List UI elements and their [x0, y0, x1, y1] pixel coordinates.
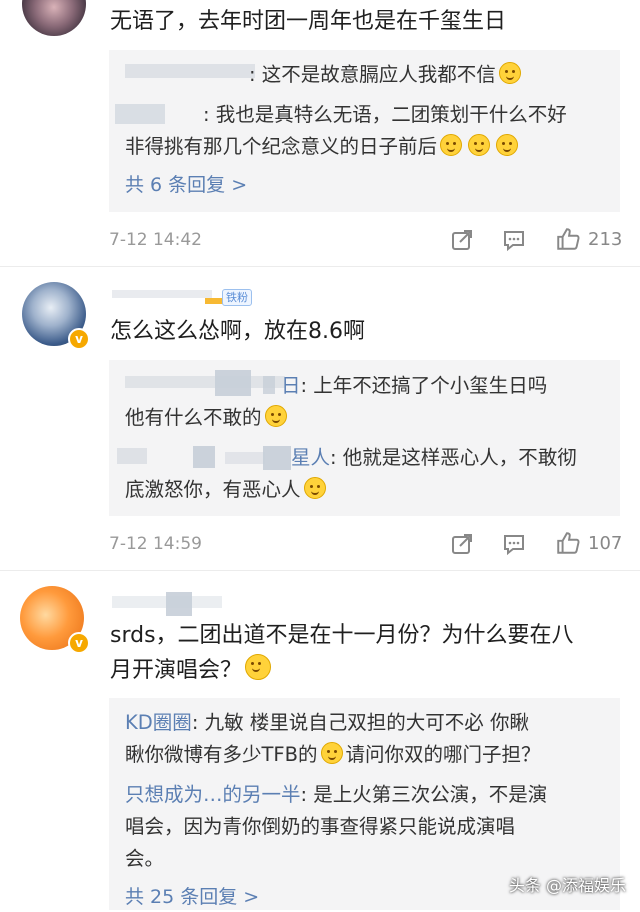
emoji-icon	[498, 62, 521, 84]
reply-line-cont: 唱会，因为青你倒奶的事查得紧只能说成演唱	[125, 815, 516, 838]
reply-line[interactable]: 只想成为…的另一半: 是上火第三次公演，不是演	[125, 780, 547, 810]
emoji-icon	[264, 405, 287, 427]
username-redacted	[112, 290, 212, 298]
like-icon[interactable]	[555, 530, 581, 556]
fan-badge: 铁粉	[222, 289, 252, 306]
comment-icon[interactable]	[502, 532, 526, 556]
reply-line[interactable]: 日: 上年不还搞了个小玺生日吗	[281, 371, 547, 401]
reply-line[interactable]: 星人: 他就是这样恶心人，不敢彻	[291, 443, 577, 473]
username-redacted	[225, 452, 265, 464]
reply-line-cont: 他有什么不敢的	[125, 403, 290, 433]
reply-line[interactable]: : 这不是故意膈应人我都不信	[249, 60, 524, 90]
emoji-icon	[468, 134, 491, 156]
view-replies-link[interactable]: 共 6 条回复 >	[125, 170, 247, 200]
username-redacted	[263, 446, 291, 470]
emoji-icon	[320, 742, 343, 764]
username-redacted	[125, 64, 255, 78]
emoji-icon	[245, 654, 272, 680]
emoji-icon	[303, 477, 326, 499]
like-count: 107	[588, 533, 623, 554]
comment-icon[interactable]	[502, 228, 526, 252]
comment-text: 怎么这么怂啊，放在8.6啊	[110, 319, 365, 344]
reply-box: : 这不是故意膈应人我都不信 : 我也是真特么无语，二团策划干什么不好 非得挑有…	[109, 50, 620, 212]
view-replies-link[interactable]: 共 25 条回复 >	[125, 882, 259, 912]
username-redacted	[193, 446, 215, 468]
username-redacted	[125, 376, 285, 388]
reply-line-cont: 会。	[125, 847, 165, 870]
reply-box: 日: 上年不还搞了个小玺生日吗 他有什么不敢的 星人: 他就是这样恶心人，不敢彻…	[109, 360, 620, 516]
username-redacted	[205, 298, 223, 304]
comment-text: 无语了，去年时团一周年也是在千玺生日	[110, 9, 507, 34]
reply-line-cont: 非得挑有那几个纪念意义的日子前后	[125, 132, 521, 162]
share-icon[interactable]	[450, 532, 474, 556]
reply-line[interactable]: : 我也是真特么无语，二团策划干什么不好	[203, 100, 567, 130]
divider	[0, 570, 640, 571]
username-redacted	[117, 448, 147, 464]
like-icon[interactable]	[555, 226, 581, 252]
username-redacted	[215, 370, 251, 396]
comment-text-cont: 月开演唱会？	[110, 654, 274, 687]
reply-line[interactable]: KD圈圈: 九敏 楼里说自己双担的大可不必 你瞅	[125, 708, 529, 738]
timestamp: 7-12 14:42	[109, 230, 202, 250]
username-redacted	[263, 376, 275, 394]
verified-badge-icon: v	[68, 632, 90, 654]
timestamp: 7-12 14:59	[109, 534, 202, 554]
like-count: 213	[588, 229, 623, 250]
comment-text: srds，二团出道不是在十一月份？为什么要在八	[110, 623, 574, 648]
emoji-icon	[440, 134, 463, 156]
divider	[0, 266, 640, 267]
reply-line-cont: 底激怒你，有恶心人	[125, 475, 329, 505]
emoji-icon	[496, 134, 519, 156]
share-icon[interactable]	[450, 228, 474, 252]
reply-line-cont: 瞅你微博有多少TFB的 请问你双的哪门子担？	[125, 742, 541, 766]
watermark: 头条 @添福娱乐	[508, 876, 626, 895]
username-redacted	[166, 592, 192, 616]
verified-badge-icon: v	[68, 328, 90, 350]
avatar[interactable]	[22, 0, 86, 36]
username-redacted	[115, 104, 165, 124]
